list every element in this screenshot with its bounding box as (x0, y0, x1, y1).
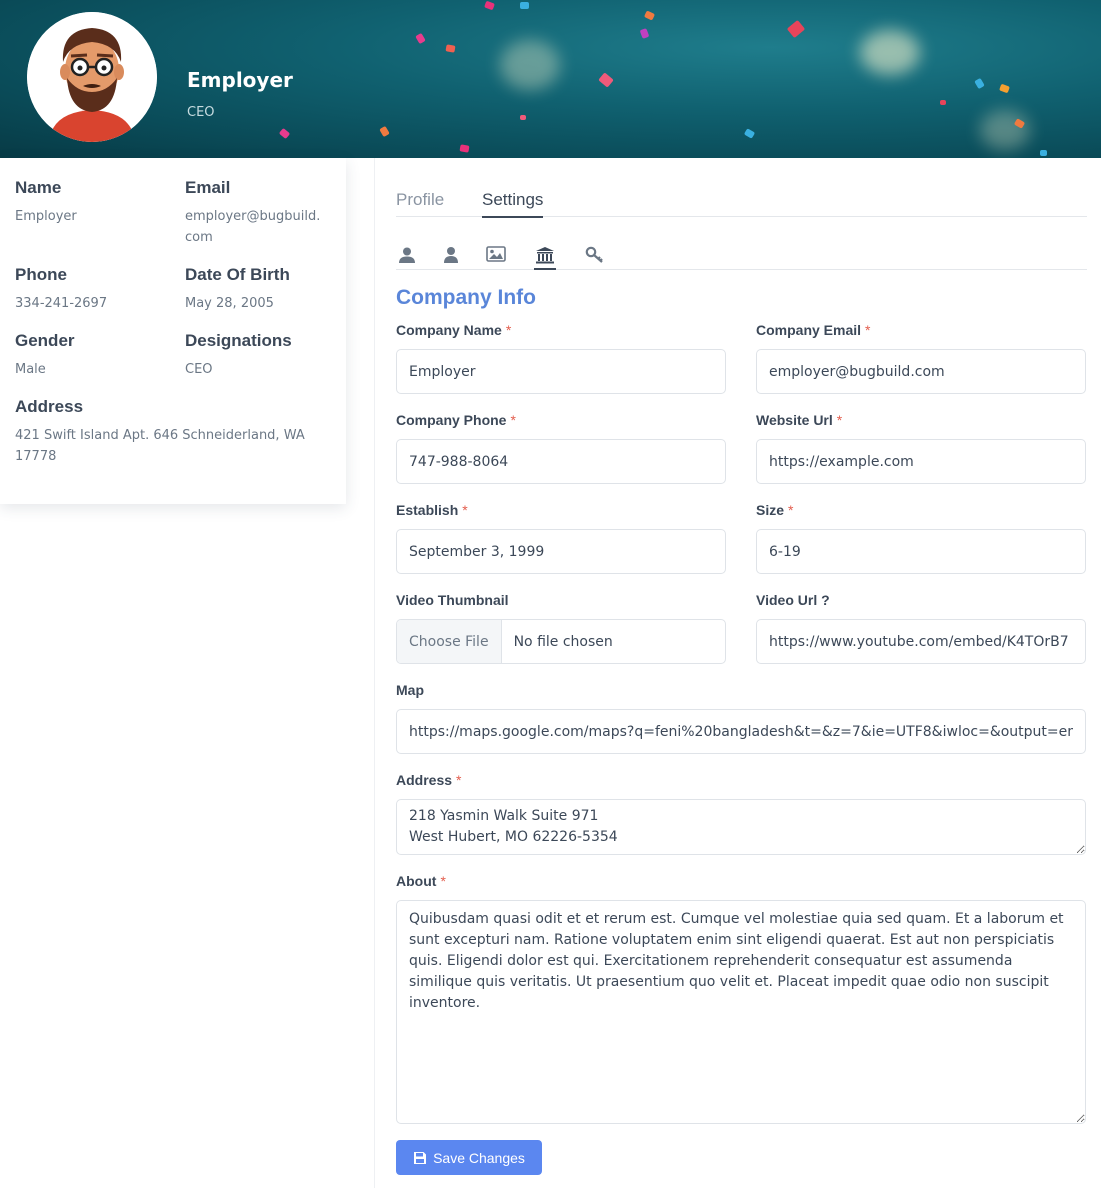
info-address-value: 421 Swift Island Apt. 646 Schneiderland,… (15, 428, 305, 464)
confetti (520, 2, 529, 9)
media-tab[interactable] (485, 246, 507, 268)
info-gender-label: Gender (15, 331, 75, 350)
confetti (278, 127, 291, 140)
confetti (379, 125, 390, 138)
confetti (1040, 150, 1047, 156)
video-thumbnail-label: Video Thumbnail (396, 592, 509, 608)
establish-label: Establish * (396, 502, 468, 518)
website-url-input[interactable] (756, 439, 1086, 484)
avatar (27, 12, 157, 142)
info-gender: Gender Male (15, 331, 165, 380)
about-label: About * (396, 873, 446, 889)
info-phone: Phone 334-241-2697 (15, 265, 165, 314)
confetti (639, 28, 650, 39)
info-name-value: Employer (15, 209, 77, 224)
image-icon (486, 246, 506, 262)
info-phone-value: 334-241-2697 (15, 296, 108, 311)
settings-icon-tabs (396, 244, 1087, 270)
info-dob-value: May 28, 2005 (185, 296, 274, 311)
confetti (520, 115, 526, 120)
profile-banner: Employer CEO (0, 0, 1101, 158)
address-label: Address * (396, 772, 462, 788)
company-tab[interactable] (534, 246, 556, 270)
info-phone-label: Phone (15, 265, 67, 284)
info-dob: Date Of Birth May 28, 2005 (185, 265, 335, 314)
info-address: Address 421 Swift Island Apt. 646 Schnei… (15, 397, 330, 467)
save-changes-button[interactable]: Save Changes (396, 1140, 542, 1175)
save-icon (414, 1151, 427, 1164)
company-name-input[interactable] (396, 349, 726, 394)
address-textarea[interactable]: 218 Yasmin Walk Suite 971 West Hubert, M… (396, 799, 1086, 855)
file-name-text: No file chosen (513, 633, 613, 650)
video-url-label: Video Url ? (756, 592, 830, 608)
settings-panel: Profile Settings Company Info Company Na… (374, 158, 1101, 1188)
confetti-blur (500, 40, 560, 90)
confetti (786, 19, 806, 39)
map-input[interactable] (396, 709, 1086, 754)
avatar-illustration (27, 12, 157, 142)
company-name-label: Company Name * (396, 322, 512, 338)
user-alt-icon (444, 247, 458, 263)
info-email-label: Email (185, 178, 231, 197)
profile-role: CEO (187, 105, 215, 120)
company-email-label: Company Email * (756, 322, 871, 338)
establish-input[interactable] (396, 529, 726, 574)
key-icon (585, 246, 603, 263)
company-email-input[interactable] (756, 349, 1086, 394)
user-icon (399, 247, 415, 263)
confetti (459, 144, 470, 153)
video-thumbnail-file-input[interactable]: Choose File No file chosen (396, 619, 726, 664)
company-phone-input[interactable] (396, 439, 726, 484)
personal-tab[interactable] (396, 246, 418, 268)
tab-profile[interactable]: Profile (396, 190, 444, 216)
confetti-blur (980, 110, 1030, 150)
info-designation-value: CEO (185, 362, 213, 377)
confetti-blur (860, 30, 920, 75)
website-url-label: Website Url * (756, 412, 843, 428)
choose-file-button[interactable]: Choose File (397, 620, 502, 663)
confetti (999, 83, 1010, 94)
size-select[interactable] (756, 529, 1086, 574)
info-name-label: Name (15, 178, 62, 197)
confetti (974, 77, 985, 90)
confetti (940, 100, 946, 105)
profile-name: Employer (187, 68, 293, 92)
confetti (743, 128, 756, 139)
section-title: Company Info (396, 286, 536, 309)
info-dob-label: Date Of Birth (185, 265, 290, 284)
info-address-label: Address (15, 397, 84, 416)
info-gender-value: Male (15, 362, 46, 377)
about-textarea[interactable]: Quibusdam quasi odit et et rerum est. Cu… (396, 900, 1086, 1124)
confetti (643, 10, 656, 21)
info-email: Email employer@bugbuild.com (185, 178, 325, 248)
info-designation-label: Designations (185, 331, 292, 350)
company-phone-label: Company Phone * (396, 412, 516, 428)
confetti (415, 32, 426, 45)
info-designation: Designations CEO (185, 331, 335, 380)
confetti (445, 44, 456, 53)
size-label: Size * (756, 502, 794, 518)
info-name: Name Employer (15, 178, 165, 227)
map-label: Map (396, 682, 424, 698)
confetti (484, 0, 495, 11)
password-tab[interactable] (584, 246, 606, 268)
account-tab[interactable] (440, 246, 462, 268)
save-changes-label: Save Changes (433, 1149, 525, 1166)
info-email-value: employer@bugbuild.com (185, 209, 321, 245)
bank-icon (536, 247, 554, 264)
profile-info-card: Name Employer Email employer@bugbuild.co… (0, 158, 346, 504)
confetti (598, 72, 614, 88)
video-url-input[interactable] (756, 619, 1086, 664)
profile-tabs: Profile Settings (396, 190, 1087, 218)
tab-settings[interactable]: Settings (482, 190, 544, 218)
help-icon[interactable]: ? (821, 592, 830, 608)
